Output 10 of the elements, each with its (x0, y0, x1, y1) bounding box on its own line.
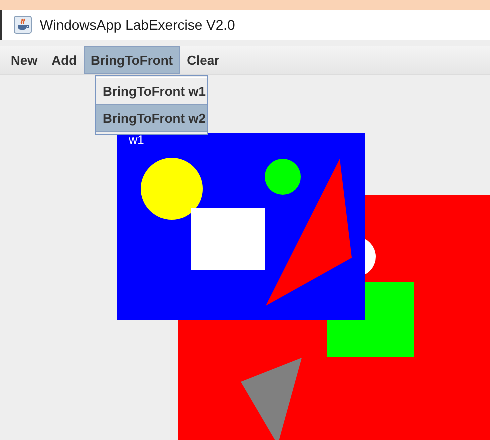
menu-item[interactable]: BringToFront (84, 46, 180, 74)
window-title: WindowsApp LabExercise V2.0 (40, 17, 236, 33)
window-label: w1 (129, 133, 144, 147)
circle (141, 158, 203, 220)
menu-item[interactable]: BringToFront w2 (96, 104, 207, 132)
coffee-cup-icon (14, 16, 32, 34)
menu-item[interactable]: New (4, 46, 45, 74)
menu-item[interactable]: Clear (180, 46, 227, 74)
menu-item[interactable]: Add (44, 46, 84, 74)
circle (265, 159, 301, 195)
